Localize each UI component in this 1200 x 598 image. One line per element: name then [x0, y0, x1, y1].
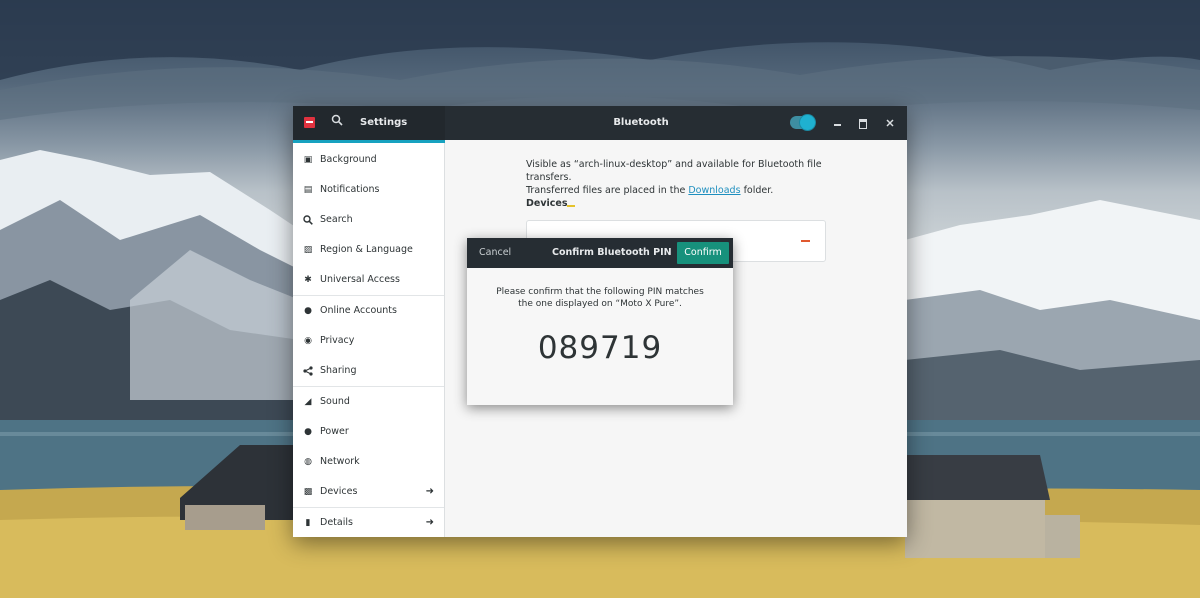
details-icon: ▮ — [305, 518, 311, 528]
arrow-right-icon: ➜ — [425, 517, 434, 528]
sidebar-item-online-accounts[interactable]: ● Online Accounts — [293, 296, 444, 326]
visibility-info: Visible as “arch-linux-desktop” and avai… — [526, 158, 836, 197]
sidebar-item-privacy[interactable]: ◉ Privacy — [293, 326, 444, 356]
transfer-text: Transferred files are placed in the — [526, 185, 686, 196]
close-button[interactable] — [883, 116, 897, 130]
online-accounts-icon: ● — [304, 306, 312, 316]
dialog-message: Please confirm that the following PIN ma… — [467, 286, 733, 310]
sidebar-item-network[interactable]: ◍ Network — [293, 447, 444, 477]
network-icon: ◍ — [304, 457, 312, 467]
dialog-message-line: Please confirm that the following PIN ma… — [496, 287, 704, 297]
sidebar-item-label: Devices — [320, 486, 358, 497]
sidebar-item-label: Network — [320, 456, 360, 467]
headerbar: Settings Bluetooth — [293, 106, 907, 143]
sound-icon: ◢ — [304, 397, 312, 407]
visibility-text: Visible as “arch-linux-desktop” and avai… — [526, 159, 822, 183]
sidebar-item-label: Search — [320, 214, 353, 225]
sidebar-item-notifications[interactable]: ▤ Notifications — [293, 175, 444, 205]
bluetooth-toggle-switch[interactable] — [790, 115, 815, 130]
sidebar-item-label: Region & Language — [320, 244, 413, 255]
universal-access-icon: ✱ — [304, 275, 312, 285]
scanning-spinner-icon — [567, 205, 575, 207]
sidebar-item-label: Power — [320, 426, 349, 437]
search-icon[interactable] — [329, 114, 345, 130]
sidebar-item-label: Sound — [320, 396, 350, 407]
notifications-icon: ▤ — [303, 185, 313, 195]
sidebar-item-universal-access[interactable]: ✱ Universal Access — [293, 265, 444, 295]
toggle-knob — [800, 115, 815, 130]
sidebar-item-search[interactable]: Search — [293, 205, 444, 235]
sidebar-item-power[interactable]: ● Power — [293, 417, 444, 447]
sidebar-item-details[interactable]: ▮ Details ➜ — [293, 508, 444, 537]
minimize-button[interactable] — [831, 116, 845, 130]
sidebar-item-label: Background — [320, 154, 377, 165]
privacy-icon: ◉ — [304, 336, 312, 346]
sharing-icon — [303, 366, 313, 376]
pin-code: 089719 — [537, 330, 663, 366]
devices-icon: ▩ — [303, 487, 313, 497]
headerbar-sidebar-section: Settings — [293, 106, 445, 140]
background-icon: ▣ — [303, 155, 313, 165]
sidebar-item-region-language[interactable]: ▨ Region & Language — [293, 235, 444, 265]
devices-heading: Devices — [526, 198, 568, 209]
sidebar-item-sharing[interactable]: Sharing — [293, 356, 444, 386]
sidebar-item-label: Privacy — [320, 335, 355, 346]
settings-app-icon — [304, 117, 315, 128]
sidebar: ▣ Background ▤ Notifications Search ▨ Re… — [293, 143, 445, 537]
settings-title: Settings — [360, 117, 408, 128]
dialog-headerbar: Cancel Confirm Bluetooth PIN Confirm — [467, 238, 733, 268]
downloads-link[interactable]: Downloads — [688, 185, 740, 196]
region-icon: ▨ — [303, 245, 313, 255]
sidebar-item-label: Online Accounts — [320, 305, 397, 316]
sidebar-item-sound[interactable]: ◢ Sound — [293, 387, 444, 417]
sidebar-item-label: Details — [320, 517, 353, 528]
sidebar-item-label: Sharing — [320, 365, 357, 376]
transfer-text-end: folder. — [743, 185, 774, 196]
search-icon — [303, 215, 313, 225]
sidebar-item-label: Notifications — [320, 184, 380, 195]
sidebar-item-devices[interactable]: ▩ Devices ➜ — [293, 477, 444, 507]
cancel-button[interactable]: Cancel — [479, 238, 511, 268]
arrow-right-icon: ➜ — [425, 486, 434, 497]
sidebar-item-label: Universal Access — [320, 274, 400, 285]
dialog-title: Confirm Bluetooth PIN — [552, 247, 672, 258]
device-status-icon — [801, 240, 810, 242]
maximize-button[interactable] — [856, 116, 870, 130]
confirm-button[interactable]: Confirm — [677, 242, 729, 264]
confirm-pin-dialog: Cancel Confirm Bluetooth PIN Confirm Ple… — [467, 238, 733, 405]
dialog-message-line: the one displayed on “Moto X Pure”. — [518, 299, 682, 309]
close-icon — [886, 119, 894, 127]
sidebar-item-background[interactable]: ▣ Background — [293, 145, 444, 175]
power-icon: ● — [304, 427, 312, 437]
